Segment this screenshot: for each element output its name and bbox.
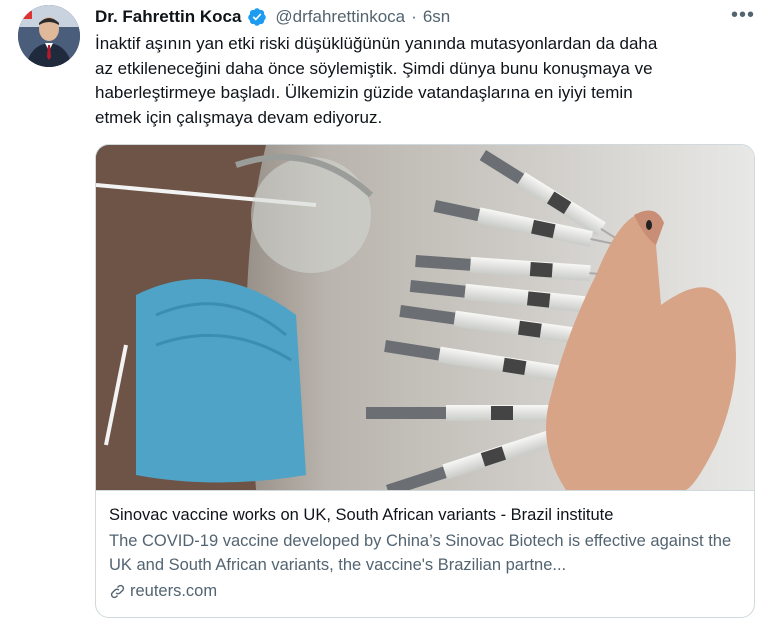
card-domain[interactable]: reuters.com xyxy=(109,579,745,603)
link-preview-card[interactable]: Sinovac vaccine works on UK, South Afric… xyxy=(95,144,755,618)
card-domain-text: reuters.com xyxy=(130,582,218,600)
card-title[interactable]: Sinovac vaccine works on UK, South Afric… xyxy=(109,503,745,527)
card-body: Sinovac vaccine works on UK, South Afric… xyxy=(109,503,745,603)
author-handle[interactable]: @drfahrettinkoca xyxy=(275,7,405,27)
more-options-icon[interactable]: ••• xyxy=(731,4,755,27)
tweet-text: İnaktif aşının yan etki riski düşüklüğün… xyxy=(95,34,658,127)
verified-badge-icon xyxy=(247,7,267,27)
author-name[interactable]: Dr. Fahrettin Koca xyxy=(95,7,241,27)
avatar-image xyxy=(18,5,80,67)
tweet-header: Dr. Fahrettin Koca @drfahrettinkoca · 6s… xyxy=(95,4,755,30)
tweet-timestamp[interactable]: 6sn xyxy=(423,7,450,27)
link-icon xyxy=(110,584,125,598)
card-description: The COVID-19 vaccine developed by China’… xyxy=(109,532,732,574)
author-avatar[interactable] xyxy=(18,5,80,67)
separator-dot: · xyxy=(411,7,417,26)
card-image xyxy=(96,145,754,497)
